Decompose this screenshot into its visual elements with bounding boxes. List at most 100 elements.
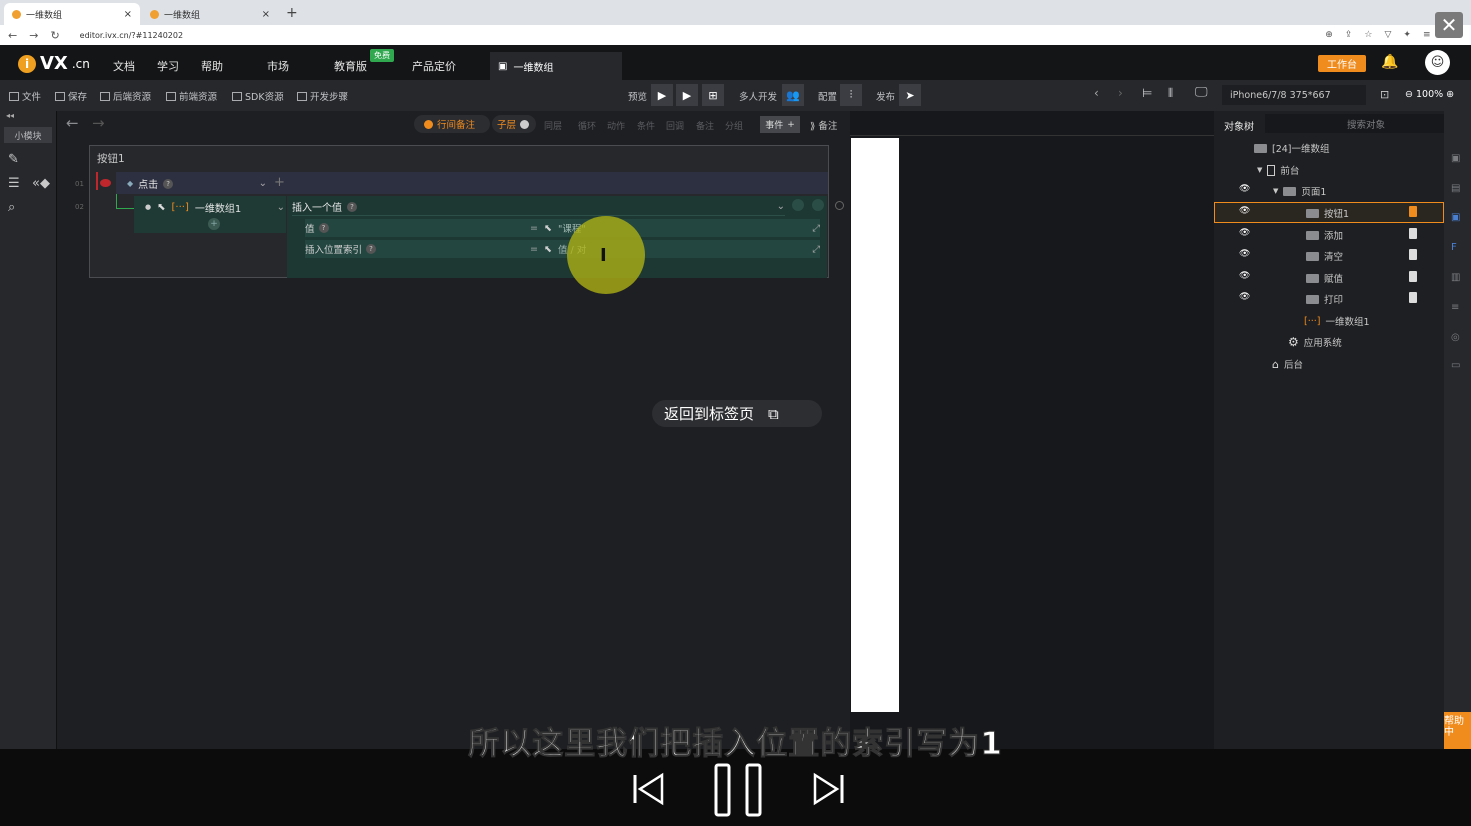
device-select[interactable]: iPhone6/7/8 375*667	[1222, 85, 1366, 105]
prev-icon[interactable]: ‹	[1094, 86, 1099, 100]
settings-list-icon[interactable]: ☰	[8, 176, 20, 191]
rotate-icon[interactable]: ⊡	[1380, 88, 1389, 101]
callback-option[interactable]: 回调	[666, 119, 684, 132]
action-option[interactable]: 动作	[607, 119, 625, 132]
tree-node-button1[interactable]: 按钮1	[1306, 206, 1349, 220]
help-icon[interactable]: ?	[347, 201, 357, 212]
eye-icon[interactable]: 👁	[1239, 206, 1250, 216]
close-overlay-button[interactable]: ✕	[1435, 12, 1463, 38]
target-select[interactable]: ● ⬉ [···] 一维数组1 ⌄	[145, 200, 285, 215]
back-icon[interactable]: ←	[8, 29, 17, 42]
tree-node-clear[interactable]: 清空	[1306, 249, 1343, 263]
edit-icon[interactable]: ✎	[8, 152, 19, 167]
tree-node-project[interactable]: [24]一维数组	[1254, 141, 1330, 155]
expand-icon[interactable]: ⤢	[812, 223, 820, 234]
event-flag-icon[interactable]	[1409, 228, 1417, 239]
close-tab-icon[interactable]: ×	[124, 9, 132, 20]
filter-icon[interactable]: ▽	[1384, 30, 1391, 40]
undo-icon[interactable]: ←	[66, 114, 79, 132]
group-option[interactable]: 分组	[725, 119, 743, 132]
list-icon[interactable]: ≡	[1423, 30, 1431, 40]
tree-node-add[interactable]: 添加	[1306, 228, 1343, 242]
tree-node-array1[interactable]: [···] 一维数组1	[1304, 314, 1370, 329]
tree-node-print[interactable]: 打印	[1306, 292, 1343, 306]
same-layer-option[interactable]: 同层	[544, 119, 562, 132]
phone-preview[interactable]	[851, 138, 899, 712]
users-icon[interactable]: 👥	[782, 84, 804, 106]
sliders-icon[interactable]: ⫶	[840, 84, 862, 106]
send-icon[interactable]: ➤	[899, 84, 921, 106]
action-option-icon[interactable]	[792, 199, 804, 211]
nav-pricing[interactable]: 产品定价	[412, 58, 456, 74]
action-option-icon[interactable]	[812, 199, 824, 211]
add-event-button[interactable]: 事件 +	[760, 116, 800, 133]
row-handle-icon[interactable]	[835, 201, 844, 210]
nav-education[interactable]: 教育版	[334, 58, 367, 74]
object-search-input[interactable]: 搜索对象	[1265, 114, 1452, 133]
help-icon[interactable]: ?	[318, 223, 329, 233]
file-menu[interactable]: 文件	[9, 89, 41, 103]
code-icon[interactable]: «◆	[32, 176, 50, 191]
expand-icon[interactable]: ⤢	[812, 244, 820, 255]
small-module-tab[interactable]: 小模块	[4, 127, 52, 143]
qr-code-icon[interactable]: ⊞	[702, 84, 724, 106]
eye-icon[interactable]: 👁	[1239, 292, 1250, 302]
event-flag-icon[interactable]	[1409, 206, 1417, 217]
browser-tab[interactable]: 一维数组 ×	[4, 3, 140, 25]
nav-market[interactable]: 市场	[267, 58, 289, 74]
pause-icon[interactable]	[713, 763, 765, 817]
theme-icon[interactable]: ◎	[1451, 332, 1460, 343]
next-icon[interactable]	[811, 772, 845, 806]
eye-icon[interactable]: 👁	[1239, 271, 1250, 281]
avatar[interactable]: ☺	[1425, 50, 1450, 75]
event-flag-icon[interactable]	[1409, 249, 1417, 260]
eye-icon[interactable]: 👁	[1239, 249, 1250, 259]
nav-learn[interactable]: 学习	[157, 58, 179, 74]
eye-icon[interactable]: 👁	[1239, 184, 1250, 194]
next-icon[interactable]: ›	[1118, 86, 1123, 100]
redo-icon[interactable]: →	[92, 114, 105, 132]
search-doc-icon[interactable]: ⌕	[8, 200, 15, 215]
new-tab-button[interactable]: +	[286, 5, 298, 21]
delete-icon[interactable]	[100, 179, 111, 187]
function-icon[interactable]: F	[1451, 242, 1457, 253]
memo-toggle[interactable]: ⟫ 备注	[810, 118, 837, 132]
tree-node-frontend[interactable]: ▼ 前台	[1257, 163, 1299, 177]
dev-steps[interactable]: 开发步骤	[297, 89, 348, 103]
bell-icon[interactable]: 🔔	[1381, 54, 1398, 70]
chevron-down-icon[interactable]: ⌄	[777, 201, 785, 212]
loop-option[interactable]: 循环	[578, 119, 596, 132]
page-tab[interactable]: ▣ 一维数组	[490, 52, 622, 80]
event-icon[interactable]: ▣	[1451, 212, 1460, 223]
star-icon[interactable]: ☆	[1364, 30, 1372, 40]
add-trigger-icon[interactable]: +	[274, 175, 285, 190]
trigger-select[interactable]: ◆ 点击 ? ⌄	[127, 176, 267, 191]
nav-help[interactable]: 帮助	[201, 58, 223, 74]
save-button[interactable]: 保存	[55, 89, 87, 103]
tree-node-page1[interactable]: ▼ 页面1	[1273, 184, 1326, 198]
action-select[interactable]: 插入一个值 ? ⌄	[292, 198, 785, 216]
event-flag-icon[interactable]	[1409, 271, 1417, 282]
add-action-icon[interactable]: +	[208, 218, 220, 230]
event-flag-icon[interactable]	[1409, 292, 1417, 303]
align-left-icon[interactable]: ⊨	[1142, 86, 1152, 100]
component-icon[interactable]: ▤	[1451, 183, 1460, 194]
play-step-icon[interactable]: ▶	[676, 84, 698, 106]
forward-icon[interactable]: →	[29, 29, 38, 42]
share-icon[interactable]: ⇪	[1345, 30, 1353, 40]
return-to-tab-button[interactable]: 返回到标签页 ⧉	[652, 400, 822, 427]
chevron-down-icon[interactable]: ⌄	[259, 178, 267, 189]
help-icon[interactable]: ?	[366, 244, 377, 254]
nav-docs[interactable]: 文档	[113, 58, 135, 74]
info-icon[interactable]: ▣	[1451, 153, 1460, 164]
frontend-resources[interactable]: 前端资源	[166, 89, 217, 103]
child-layer-toggle[interactable]: 子层	[492, 115, 536, 133]
extension-icon[interactable]: ✦	[1403, 30, 1411, 40]
eye-icon[interactable]: 👁	[1239, 228, 1250, 238]
reload-icon[interactable]: ↻	[50, 29, 59, 42]
help-icon[interactable]: ?	[163, 178, 174, 189]
keyboard-icon[interactable]: ▭	[1451, 360, 1460, 371]
tree-node-backend[interactable]: ⌂ 后台	[1272, 357, 1303, 372]
previous-icon[interactable]	[632, 772, 666, 806]
monitor-icon[interactable]: 🖵	[1195, 85, 1208, 100]
